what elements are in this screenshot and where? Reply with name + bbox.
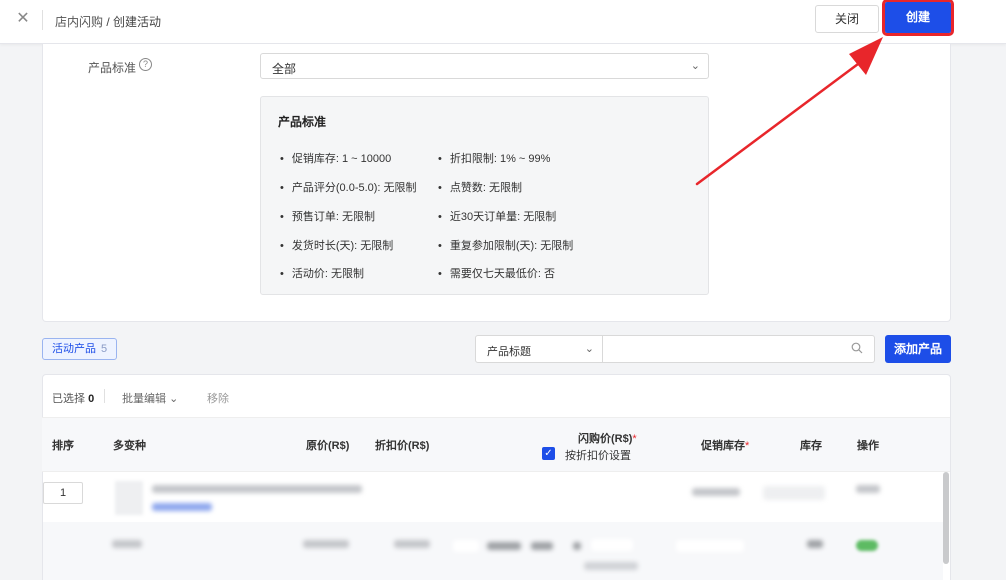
product-standard-box: 产品标准 促销库存: 1 ~ 10000 产品评分(0.0-5.0): 无限制 … [260, 96, 709, 295]
promo-stock-input-blurred[interactable] [763, 486, 825, 500]
header-original-price: 原价(R$) [306, 440, 350, 452]
criteria-item: 促销库存: 1 ~ 10000 [280, 150, 391, 166]
criteria-item: 发货时长(天): 无限制 [280, 237, 393, 253]
product-standard-select-value: 全部 [272, 62, 297, 76]
tab-label: 活动产品 [52, 343, 96, 355]
selected-number: 0 [88, 393, 95, 405]
tab-active-products[interactable]: 活动产品 5 [42, 338, 117, 360]
header-variant: 多变种 [113, 440, 146, 452]
product-title-blurred [152, 485, 362, 493]
header-flash-price: 闪购价(R$)* [578, 430, 637, 446]
table-row [43, 522, 943, 580]
criteria-item: 重复参加限制(天): 无限制 [438, 237, 573, 253]
discount-price-blurred [394, 540, 430, 548]
breadcrumb-current: / 创建活动 [106, 15, 162, 29]
header-divider [42, 10, 43, 30]
toolbar-divider [104, 389, 105, 403]
flash-percent-input-blurred[interactable] [591, 539, 633, 551]
selected-label: 已选择 [52, 393, 85, 405]
product-thumbnail [115, 481, 143, 515]
sort-order-input[interactable]: 1 [43, 482, 83, 504]
scrollbar[interactable] [943, 472, 949, 564]
product-link-blurred[interactable] [152, 503, 212, 511]
set-by-discount-label: 按折扣价设置 [565, 450, 631, 462]
flash-hint-blurred [584, 562, 638, 570]
search-field-select-value: 产品标题 [487, 346, 531, 358]
batch-edit-label: 批量编辑 [122, 393, 166, 405]
criteria-item: 折扣限制: 1% ~ 99% [438, 150, 551, 166]
header-stock: 库存 [800, 440, 822, 452]
selected-count: 已选择 0 [52, 390, 94, 406]
status-toggle[interactable] [856, 540, 878, 551]
flash-price-input-blurred[interactable] [453, 540, 479, 552]
breadcrumb: 店内闪购 / 创建活动 [55, 13, 161, 30]
criteria-item: 活动价: 无限制 [280, 265, 364, 281]
search-field-select[interactable]: 产品标题 ⌄ [475, 335, 603, 363]
criteria-item: 点赞数: 无限制 [438, 179, 522, 195]
help-icon[interactable]: ? [139, 58, 152, 71]
header-sort: 排序 [52, 440, 74, 452]
criteria-item: 需要仅七天最低价: 否 [438, 265, 555, 281]
header-promo-stock-label: 促销库存 [701, 440, 745, 452]
required-mark: * [745, 440, 750, 452]
close-icon[interactable]: ✕ [14, 10, 32, 28]
promo-stock-blurred [692, 488, 740, 496]
original-price-blurred [303, 540, 349, 548]
header-action: 操作 [857, 440, 879, 452]
product-standard-label: 产品标准 [88, 61, 137, 75]
set-by-discount-checkbox[interactable]: ✓ [542, 447, 555, 460]
header-discount-price: 折扣价(R$) [375, 440, 430, 452]
breadcrumb-parent[interactable]: 店内闪购 [55, 15, 103, 29]
promo-stock-row2-blurred[interactable] [676, 540, 744, 552]
stock-blurred [807, 540, 823, 548]
criteria-item: 近30天订单量: 无限制 [438, 208, 556, 224]
criteria-item: 预售订单: 无限制 [280, 208, 375, 224]
variant-blurred [112, 540, 142, 548]
tab-count: 5 [101, 343, 108, 355]
search-input[interactable] [603, 335, 875, 363]
action-blurred[interactable] [856, 485, 880, 493]
product-standard-box-title: 产品标准 [278, 115, 327, 129]
search-icon[interactable] [851, 342, 863, 354]
header-promo-stock: 促销库存* [701, 437, 749, 453]
chevron-down-icon: ⌄ [584, 343, 594, 355]
criteria-item: 产品评分(0.0-5.0): 无限制 [280, 179, 417, 195]
top-header: ✕ 店内闪购 / 创建活动 关闭 创建 [0, 0, 1006, 44]
flash-unit-blurred [573, 542, 581, 550]
batch-edit-dropdown[interactable]: 批量编辑 ⌄ [122, 390, 178, 406]
chevron-down-icon: ⌄ [169, 393, 179, 405]
product-standard-select[interactable]: 全部 ⌄ [260, 53, 709, 79]
remove-button[interactable]: 移除 [207, 390, 229, 406]
flash-price-blurred [487, 542, 521, 550]
close-button[interactable]: 关闭 [815, 5, 879, 33]
add-product-button[interactable]: 添加产品 [885, 335, 951, 363]
required-mark: * [632, 433, 637, 445]
flash-discount-blurred [531, 542, 553, 550]
create-button[interactable]: 创建 [882, 0, 954, 36]
header-flash-price-label: 闪购价(R$) [578, 433, 633, 445]
chevron-down-icon: ⌄ [690, 60, 700, 72]
